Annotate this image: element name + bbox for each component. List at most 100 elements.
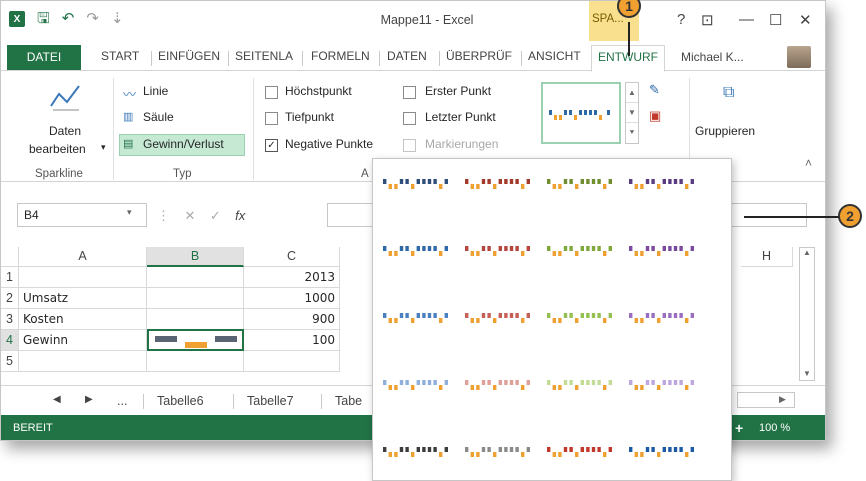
- gallery-style-3-2[interactable]: [465, 313, 530, 323]
- marker-color-icon[interactable]: ▣: [649, 108, 661, 124]
- tab-start[interactable]: START: [97, 47, 143, 65]
- checkbox-last-point[interactable]: [403, 112, 416, 125]
- horizontal-scrollbar[interactable]: [737, 392, 795, 408]
- cell-a3[interactable]: Kosten: [19, 309, 147, 330]
- ribbon-display-options-icon[interactable]: ⊡: [701, 11, 714, 29]
- gallery-style-3-1[interactable]: [383, 313, 448, 323]
- minimize-button[interactable]: —: [739, 11, 754, 28]
- row-header[interactable]: 2: [1, 288, 19, 309]
- enter-icon[interactable]: ✓: [210, 208, 221, 223]
- sheet-tab-tabelle8[interactable]: Tabe: [335, 394, 362, 408]
- cell-c2[interactable]: 1000: [244, 288, 340, 309]
- help-button[interactable]: ?: [677, 11, 685, 28]
- cell-b1[interactable]: [147, 267, 244, 288]
- gallery-style-4-3[interactable]: [547, 380, 612, 390]
- checkbox-lowpoint[interactable]: [265, 112, 278, 125]
- gallery-style-1-4[interactable]: [629, 179, 694, 189]
- gallery-style-3-3[interactable]: [547, 313, 612, 323]
- gallery-style-5-2[interactable]: [465, 447, 530, 457]
- gallery-style-3-4[interactable]: [629, 313, 694, 323]
- style-preview[interactable]: [541, 82, 621, 144]
- cell-b3[interactable]: [147, 309, 244, 330]
- tab-ueberpruefen[interactable]: ÜBERPRÜF: [442, 47, 516, 65]
- cell-b2[interactable]: [147, 288, 244, 309]
- row-header[interactable]: 5: [1, 351, 19, 372]
- sparkline-color-icon[interactable]: ✎: [649, 82, 660, 98]
- column-header-h[interactable]: H: [741, 247, 793, 267]
- style-gallery-scroll[interactable]: ▲ ▼ ⯆: [625, 82, 639, 144]
- chevron-down-icon[interactable]: ▾: [101, 142, 106, 153]
- zoom-in-icon[interactable]: +: [735, 420, 743, 436]
- type-win-loss-button[interactable]: Gewinn/Verlust: [143, 137, 224, 151]
- namebox-dropdown-icon[interactable]: ▾: [127, 207, 132, 218]
- cell-c5[interactable]: [244, 351, 340, 372]
- scroll-down-icon[interactable]: ▼: [803, 369, 811, 378]
- cell-c3[interactable]: 900: [244, 309, 340, 330]
- checkbox-negative-points[interactable]: ✓: [265, 139, 278, 152]
- undo-icon[interactable]: ↶: [62, 11, 75, 27]
- group-button[interactable]: Gruppieren: [695, 124, 755, 138]
- gallery-style-2-4[interactable]: [629, 246, 694, 256]
- scroll-down-icon[interactable]: ▼: [626, 103, 638, 123]
- checkbox-markers[interactable]: [403, 139, 416, 152]
- gallery-style-5-3[interactable]: [547, 447, 612, 457]
- close-button[interactable]: ✕: [799, 11, 812, 29]
- cell-b5[interactable]: [147, 351, 244, 372]
- tab-einfuegen[interactable]: EINFÜGEN: [154, 47, 224, 65]
- tab-formeln[interactable]: FORMELN: [307, 47, 374, 65]
- gallery-more-icon[interactable]: ⯆: [626, 123, 638, 143]
- gallery-style-2-2[interactable]: [465, 246, 530, 256]
- cell-a1[interactable]: [19, 267, 147, 288]
- row-header[interactable]: 4: [1, 330, 19, 351]
- column-header-a[interactable]: A: [19, 247, 147, 267]
- column-header-b[interactable]: B: [147, 247, 244, 267]
- gallery-style-1-3[interactable]: [547, 179, 612, 189]
- gallery-style-4-1[interactable]: [383, 380, 448, 390]
- user-name[interactable]: Michael K...: [681, 50, 744, 64]
- sheet-tab-tabelle7[interactable]: Tabelle7: [247, 394, 294, 408]
- checkbox-first-point[interactable]: [403, 86, 416, 99]
- tab-datei[interactable]: DATEI: [7, 45, 81, 70]
- gallery-style-5-4[interactable]: [629, 447, 694, 457]
- tab-daten[interactable]: DATEN: [383, 47, 431, 65]
- gallery-style-1-1[interactable]: [383, 179, 448, 189]
- avatar[interactable]: [787, 46, 811, 68]
- cell-a2[interactable]: Umsatz: [19, 288, 147, 309]
- fx-icon[interactable]: fx: [235, 208, 245, 223]
- gallery-style-4-4[interactable]: [629, 380, 694, 390]
- cell-a5[interactable]: [19, 351, 147, 372]
- collapse-ribbon-icon[interactable]: ˄: [805, 156, 812, 170]
- redo-icon[interactable]: ↷: [86, 11, 99, 27]
- cell-c4[interactable]: 100: [244, 330, 340, 351]
- type-column-button[interactable]: Säule: [143, 110, 174, 124]
- gallery-style-2-3[interactable]: [547, 246, 612, 256]
- scroll-up-icon[interactable]: ▲: [800, 248, 814, 257]
- tab-ansicht[interactable]: ANSICHT: [524, 47, 585, 65]
- cancel-icon[interactable]: ✕: [184, 208, 195, 223]
- column-header-c[interactable]: C: [244, 247, 340, 267]
- zoom-level[interactable]: 100 %: [759, 422, 790, 434]
- maximize-button[interactable]: ☐: [769, 11, 782, 29]
- row-header[interactable]: 3: [1, 309, 19, 330]
- prev-sheet-icon[interactable]: ◀: [53, 394, 61, 405]
- scroll-up-icon[interactable]: ▲: [626, 83, 638, 103]
- gallery-style-2-1[interactable]: [383, 246, 448, 256]
- tab-seitenlayout[interactable]: SEITENLA: [231, 47, 297, 65]
- gallery-style-5-1[interactable]: [383, 447, 448, 457]
- save-icon[interactable]: 🖫: [37, 11, 50, 27]
- select-all-corner[interactable]: [1, 247, 19, 267]
- sheet-tab-tabelle6[interactable]: Tabelle6: [157, 394, 204, 408]
- gallery-style-4-2[interactable]: [465, 380, 530, 390]
- cell-c1[interactable]: 2013: [244, 267, 340, 288]
- more-sheets-button[interactable]: ...: [117, 394, 127, 408]
- row-header[interactable]: 1: [1, 267, 19, 288]
- gallery-style-1-2[interactable]: [465, 179, 530, 189]
- customize-qat-icon[interactable]: ⇣: [111, 11, 124, 27]
- scroll-right-icon[interactable]: ▶: [779, 394, 786, 405]
- type-line-button[interactable]: Linie: [143, 84, 168, 98]
- vertical-scrollbar[interactable]: ▲ ▼: [799, 247, 815, 381]
- checkbox-highpoint[interactable]: [265, 86, 278, 99]
- cell-a4[interactable]: Gewinn: [19, 330, 147, 351]
- edit-data-label-2[interactable]: bearbeiten: [29, 142, 86, 156]
- edit-data-label[interactable]: Daten: [49, 124, 81, 138]
